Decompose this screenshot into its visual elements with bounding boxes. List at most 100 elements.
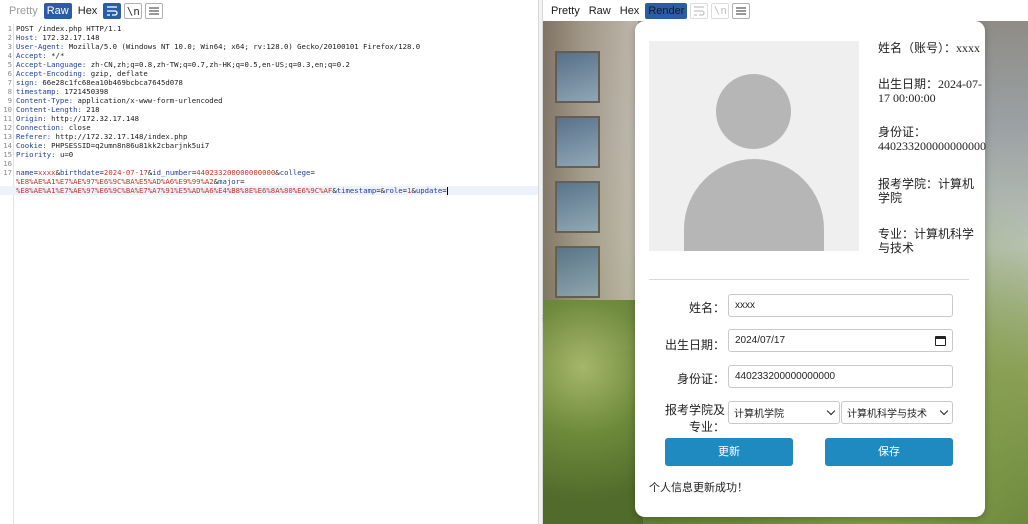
header-name: Content-Length: bbox=[16, 105, 82, 114]
line-text: Accept: */* bbox=[16, 51, 64, 60]
id-number-input[interactable]: 440233200000000000 bbox=[728, 365, 953, 388]
line-number: 15 bbox=[3, 150, 12, 159]
request-tab-pretty[interactable]: Pretty bbox=[6, 3, 41, 19]
background-tree bbox=[543, 300, 643, 524]
major-select[interactable]: 计算机科学与技术 bbox=[841, 401, 953, 424]
response-tab-raw[interactable]: Raw bbox=[586, 3, 614, 19]
menu-icon[interactable] bbox=[145, 3, 164, 19]
line-number: 9 bbox=[7, 96, 12, 105]
chevron-down-icon bbox=[939, 406, 949, 415]
building-window bbox=[555, 116, 600, 168]
param-key: timestamp bbox=[336, 186, 377, 195]
newline-toggle-icon: \n bbox=[711, 2, 730, 19]
body-text: %E8%AE%A1%E7%AE%97%E6%9C%BA%E5%AD%A6%E9%… bbox=[16, 177, 245, 186]
header-name: Accept-Language: bbox=[16, 60, 87, 69]
request-line: 10 Content-Length: 218 bbox=[0, 105, 538, 114]
birthdate-input-value: 2024/07/17 bbox=[735, 335, 786, 346]
body-line: %E8%AE%A1%E7%AE%97%E6%9C%BA%E5%AD%A6%E9%… bbox=[0, 177, 538, 186]
avatar-head-shape bbox=[716, 74, 791, 149]
line-text: Accept-Language: zh-CN,zh;q=0.8,zh-TW;q=… bbox=[16, 60, 350, 69]
header-value: gzip, deflate bbox=[86, 69, 148, 78]
header-value: POST /index.php HTTP/1.1 bbox=[16, 24, 122, 33]
line-number: 5 bbox=[7, 60, 12, 69]
header-name: Content-Type: bbox=[16, 96, 74, 105]
param-key: major bbox=[218, 177, 241, 186]
request-line: 2 Host: 172.32.17.148 bbox=[0, 33, 538, 42]
line-number: 2 bbox=[7, 33, 12, 42]
request-line: 4 Accept: */* bbox=[0, 51, 538, 60]
header-name: Accept-Encoding: bbox=[16, 69, 87, 78]
line-text: Priority: u=0 bbox=[16, 150, 73, 159]
newline-toggle-icon[interactable]: \n bbox=[124, 3, 143, 19]
header-name: Connection: bbox=[16, 123, 65, 132]
word-wrap-icon[interactable] bbox=[103, 3, 122, 19]
header-name: Accept: bbox=[16, 51, 47, 60]
param-value: xxxx bbox=[37, 168, 56, 177]
param-key: id_number bbox=[152, 168, 192, 177]
request-tab-raw[interactable]: Raw bbox=[43, 3, 72, 19]
line-number: 17 bbox=[3, 168, 12, 177]
building-window bbox=[555, 246, 600, 298]
request-line: 3 User-Agent: Mozilla/5.0 (Windows NT 10.… bbox=[0, 42, 538, 51]
body-text: %E8%AE%A1%E7%AE%97%E6%9C%BA%E7%A7%91%E5%… bbox=[16, 186, 448, 195]
request-line: 13 Referer: http://172.32.17.148/index.ph… bbox=[0, 132, 538, 141]
line-text: Host: 172.32.17.148 bbox=[16, 33, 99, 42]
request-toolbar: Pretty Raw Hex \n bbox=[6, 3, 164, 19]
line-text: POST /index.php HTTP/1.1 bbox=[16, 24, 121, 33]
text-caret bbox=[446, 187, 448, 195]
building-window bbox=[555, 51, 600, 103]
birthdate-label: 出生日期： bbox=[664, 338, 725, 352]
line-text: User-Agent: Mozilla/5.0 (Windows NT 10.0… bbox=[16, 42, 420, 51]
calendar-icon[interactable] bbox=[935, 335, 946, 346]
college-major-label: 报考学院及 专业： bbox=[655, 401, 725, 435]
line-text: Connection: close bbox=[16, 123, 91, 132]
menu-icon[interactable] bbox=[732, 2, 751, 19]
birthdate-input[interactable]: 2024/07/17 bbox=[728, 329, 953, 352]
college-select[interactable]: 计算机学院 bbox=[728, 401, 840, 424]
name-input-value: xxxx bbox=[735, 300, 755, 311]
profile-card: 姓名（账号）：xxxx 出生日期：2024-07-17 00:00:00 身份证… bbox=[635, 21, 986, 517]
profile-college: 报考学院：计算机学院 bbox=[878, 177, 975, 205]
profile-major: 专业：计算机科学与技术 bbox=[878, 227, 975, 255]
word-wrap-icon bbox=[690, 2, 709, 19]
param-value: 2024-07-17 bbox=[103, 168, 148, 177]
status-message: 个人信息更新成功！ bbox=[649, 481, 748, 494]
request-line: 15 Priority: u=0 bbox=[0, 150, 538, 159]
request-line: 9 Content-Type: application/x-www-form-ur… bbox=[0, 96, 538, 105]
line-number: 16 bbox=[3, 159, 12, 168]
request-editor[interactable]: 1 POST /index.php HTTP/1.1 2 Host: 172.32.… bbox=[0, 24, 538, 524]
header-value: http://172.32.17.148/index.php bbox=[51, 132, 188, 141]
divider bbox=[649, 279, 969, 280]
request-tab-hex[interactable]: Hex bbox=[75, 3, 101, 19]
header-name: Referer: bbox=[16, 132, 52, 141]
param-key: college bbox=[279, 168, 311, 177]
response-tab-hex[interactable]: Hex bbox=[617, 3, 643, 19]
avatar bbox=[649, 41, 859, 251]
request-line: 7 sign: 66e28c1fc68ea10b469bcbca7645d078 bbox=[0, 78, 538, 87]
header-name: Priority: bbox=[16, 150, 56, 159]
response-tab-render[interactable]: Render bbox=[645, 2, 688, 19]
college-major-label-line1: 报考学院及 bbox=[664, 403, 725, 417]
body-line: %E8%AE%A1%E7%AE%97%E6%9C%BA%E7%A7%91%E5%… bbox=[0, 186, 538, 195]
save-button[interactable]: 保存 bbox=[825, 438, 953, 466]
response-tab-pretty[interactable]: Pretty bbox=[548, 3, 583, 19]
header-name: timestamp: bbox=[16, 87, 60, 96]
line-number: 7 bbox=[7, 78, 12, 87]
request-line: 11 Origin: http://172.32.17.148 bbox=[0, 114, 538, 123]
header-name: Cookie: bbox=[16, 141, 47, 150]
line-text: Content-Type: application/x-www-form-url… bbox=[16, 96, 223, 105]
line-number: 6 bbox=[7, 69, 12, 78]
param-value: 440233200000000000 bbox=[196, 168, 276, 177]
param-value: %E8%AE%A1%E7%AE%97%E6%9C%BA%E5%AD%A6%E9%… bbox=[16, 177, 214, 186]
word-wrap-glyph bbox=[107, 6, 118, 16]
line-text: sign: 66e28c1fc68ea10b469bcbca7645d078 bbox=[16, 78, 183, 87]
header-value: application/x-www-form-urlencoded bbox=[73, 96, 223, 105]
chevron-down-icon bbox=[826, 406, 836, 415]
name-input[interactable]: xxxx bbox=[728, 294, 953, 317]
update-button[interactable]: 更新 bbox=[665, 438, 793, 466]
header-value: 218 bbox=[81, 105, 100, 114]
header-value: u=0 bbox=[55, 150, 74, 159]
header-value: */* bbox=[46, 51, 65, 60]
profile-birthdate: 出生日期：2024-07-17 00:00:00 bbox=[878, 77, 982, 105]
param-key: birthdate bbox=[59, 168, 100, 177]
